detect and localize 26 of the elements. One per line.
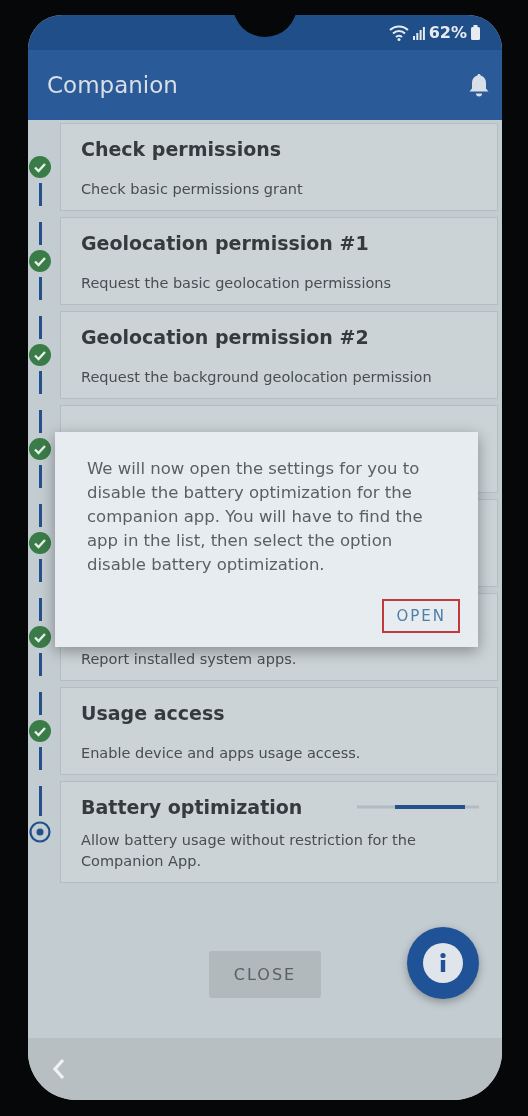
step-title: Battery optimization	[81, 796, 303, 818]
step-card[interactable]: Geolocation permission #2 Request the background geolocation permission	[60, 311, 498, 399]
step-description: Request the background geolocation permission	[81, 368, 433, 387]
step-title: Geolocation permission #1	[81, 232, 369, 254]
open-button[interactable]: OPEN	[382, 599, 460, 633]
step-description: Enable device and apps usage access.	[81, 744, 362, 763]
battery-percent: 62%	[428, 23, 467, 42]
signal-icon	[412, 25, 425, 40]
bell-icon[interactable]	[468, 73, 490, 97]
wifi-icon	[388, 24, 409, 41]
step-card[interactable]: Usage access Enable device and apps usage access.	[60, 687, 498, 775]
step-title: Usage access	[81, 702, 225, 724]
dialog-message: We will now open the settings for you to disable the battery optimization for the companion app. You will have to find the app in the list, then select the option disable battery optimization.	[87, 458, 424, 576]
step-title: Check permissions	[81, 138, 282, 160]
info-button[interactable]	[407, 927, 479, 999]
step-description: Report installed system apps.	[81, 650, 298, 669]
info-icon	[423, 943, 463, 983]
step-card[interactable]: Geolocation permission #1 Request the basic geolocation permissions	[60, 217, 498, 305]
step-description: Request the basic geolocation permissions	[81, 274, 393, 293]
step-card[interactable]: Check permissions Check basic permissions grant	[60, 123, 498, 211]
step-description: Check basic permissions grant	[81, 180, 304, 199]
step-title: Geolocation permission #2	[81, 326, 369, 348]
app-title: Companion	[47, 72, 178, 98]
step-description: Allow battery usage without restriction for the Companion App.	[81, 831, 417, 871]
step-card[interactable]: Battery optimization Allow battery usage without restriction for the Companion App.	[60, 781, 498, 883]
battery-icon	[471, 25, 480, 40]
